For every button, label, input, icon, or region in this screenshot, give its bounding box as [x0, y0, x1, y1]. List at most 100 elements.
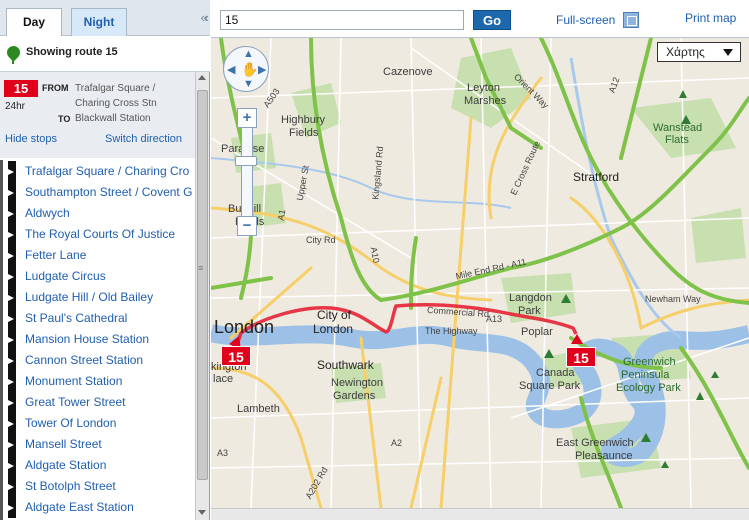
route-panel: Day Night «‹ Showing route 15 15 24hr FR… — [0, 0, 210, 520]
stop-marker-icon — [8, 505, 14, 511]
route-hours: 24hr — [5, 101, 26, 112]
stop-marker-icon — [8, 295, 14, 301]
stop-name[interactable]: Trafalgar Square / Charing Cro — [25, 164, 189, 178]
go-button[interactable]: Go — [473, 10, 511, 30]
stop-name[interactable]: Mansion House Station — [25, 332, 149, 346]
from-label: FROM — [42, 83, 69, 93]
scrollbar-thumb[interactable] — [197, 90, 208, 480]
route-summary: 15 24hr FROM Trafalgar Square / Charing … — [0, 72, 195, 158]
full-screen-link[interactable]: Full-screen — [556, 13, 615, 27]
stop-marker-icon — [8, 190, 14, 196]
stop-name[interactable]: Ludgate Hill / Old Bailey — [25, 290, 153, 304]
map-label-a13: A13 — [486, 314, 503, 324]
map-type-value: Χάρτης — [666, 45, 705, 59]
stop-marker-icon — [8, 484, 14, 490]
map-label-peninsula: Peninsula — [621, 369, 670, 381]
showing-route-text: Showing route 15 — [26, 46, 118, 58]
list-item[interactable]: Cannon Street Station — [0, 350, 195, 371]
stop-name[interactable]: The Royal Courts Of Justice — [25, 227, 175, 241]
map-label-stratford: Stratford — [573, 170, 620, 184]
map-label-london: London — [214, 317, 275, 337]
list-item[interactable]: Great Tower Street — [0, 392, 195, 413]
map-label-southwark: Southwark — [317, 358, 374, 372]
collapse-panel-icon[interactable]: «‹ — [200, 10, 208, 25]
stop-marker-icon — [8, 358, 14, 364]
day-night-tabs: Day Night «‹ — [0, 0, 210, 37]
stop-marker-icon — [8, 274, 14, 280]
full-screen-icon[interactable] — [623, 12, 639, 28]
zoom-slider-handle[interactable] — [235, 156, 257, 166]
scroll-down-arrow-icon[interactable] — [198, 510, 206, 515]
list-item[interactable]: Mansion House Station — [0, 329, 195, 350]
pan-left-icon[interactable]: ◀ — [227, 63, 235, 76]
zoom-in-button[interactable]: + — [237, 108, 257, 128]
stop-list-scrollbar[interactable]: ≡ — [195, 72, 209, 520]
map-label-langdon: Langdon — [509, 292, 552, 304]
stop-name[interactable]: Great Tower Street — [25, 395, 126, 409]
from-value: Trafalgar Square / Charing Cross Stn — [75, 83, 157, 109]
stop-marker-icon — [8, 400, 14, 406]
stop-name[interactable]: Aldwych — [25, 206, 70, 220]
list-item[interactable]: St Paul's Cathedral — [0, 308, 195, 329]
stop-name[interactable]: Monument Station — [25, 374, 122, 388]
list-item[interactable]: Mansell Street — [0, 434, 195, 455]
map-label-pleasaunce: Pleasaunce — [575, 450, 633, 462]
list-item[interactable]: Aldgate East Station — [0, 497, 195, 518]
zoom-out-button[interactable]: − — [237, 216, 257, 236]
list-item[interactable]: Monument Station — [0, 371, 195, 392]
pan-down-icon[interactable]: ▼ — [243, 78, 254, 90]
map-label-flats: Flats — [665, 134, 689, 146]
hand-icon[interactable]: ✋ — [241, 61, 258, 78]
hide-stops-link[interactable]: Hide stops — [5, 133, 57, 145]
pan-control[interactable]: ▲ ▼ ◀ ▶ ✋ — [223, 46, 269, 92]
list-item[interactable]: Ludgate Hill / Old Bailey — [0, 287, 195, 308]
stop-name[interactable]: Mansell Street — [25, 437, 102, 451]
map-label-cazenove: Cazenove — [383, 66, 433, 78]
dropdown-arrow-icon — [723, 49, 733, 56]
stop-name[interactable]: Aldgate Station — [25, 458, 106, 472]
list-item[interactable]: Trafalgar Square / Charing Cro — [0, 161, 195, 182]
stop-name[interactable]: Southampton Street / Covent G — [25, 185, 192, 199]
route-search-input[interactable] — [220, 10, 464, 30]
route-start-marker[interactable]: 15 — [221, 346, 251, 366]
list-item[interactable]: Aldwych — [0, 203, 195, 224]
route-end-marker[interactable]: 15 — [566, 347, 596, 367]
switch-direction-link[interactable]: Switch direction — [105, 133, 182, 145]
stop-name[interactable]: Aldgate East Station — [25, 500, 134, 514]
map-horizontal-scrollbar[interactable] — [211, 508, 749, 520]
map-label-highbury: Highbury — [281, 114, 326, 126]
pan-up-icon[interactable]: ▲ — [243, 48, 254, 60]
stop-name[interactable]: Tower Of London — [25, 416, 116, 430]
stop-name[interactable]: Ludgate Circus — [25, 269, 106, 283]
tab-night[interactable]: Night — [71, 8, 127, 36]
stop-marker-icon — [8, 379, 14, 385]
map-toolbar: Go Full-screen Print map — [211, 0, 749, 38]
list-item[interactable]: St Botolph Street — [0, 476, 195, 497]
map-label-greenwich: Greenwich — [623, 356, 676, 368]
list-item[interactable]: Southampton Street / Covent G — [0, 182, 195, 203]
stop-name[interactable]: Fetter Lane — [25, 248, 86, 262]
stop-marker-icon — [8, 337, 14, 343]
pan-right-icon[interactable]: ▶ — [258, 63, 266, 76]
stop-marker-icon — [8, 421, 14, 427]
map-type-select[interactable]: Χάρτης — [657, 42, 741, 62]
list-item[interactable]: Aldgate Station — [0, 455, 195, 476]
stop-name[interactable]: St Botolph Street — [25, 479, 116, 493]
to-value: Blackwall Station — [75, 113, 151, 124]
map-canvas[interactable]: Cazenove Leyton Marshes Highbury Fields … — [211, 38, 749, 508]
list-item[interactable]: Ludgate Circus — [0, 266, 195, 287]
stop-marker-icon — [8, 463, 14, 469]
map-label-wanstead: Wanstead — [653, 122, 703, 134]
map-label-a3: A3 — [217, 448, 229, 458]
tab-day[interactable]: Day — [6, 8, 62, 37]
stop-name[interactable]: St Paul's Cathedral — [25, 311, 127, 325]
list-item[interactable]: Tower Of London — [0, 413, 195, 434]
map-label-a1: A1 — [275, 208, 288, 222]
print-map-link[interactable]: Print map — [685, 11, 736, 25]
map-label-ecology: Ecology Park — [616, 382, 681, 394]
list-item[interactable]: Fetter Lane — [0, 245, 195, 266]
stop-marker-icon — [8, 442, 14, 448]
scroll-up-arrow-icon[interactable] — [198, 75, 206, 80]
list-item[interactable]: The Royal Courts Of Justice — [0, 224, 195, 245]
stop-name[interactable]: Cannon Street Station — [25, 353, 143, 367]
